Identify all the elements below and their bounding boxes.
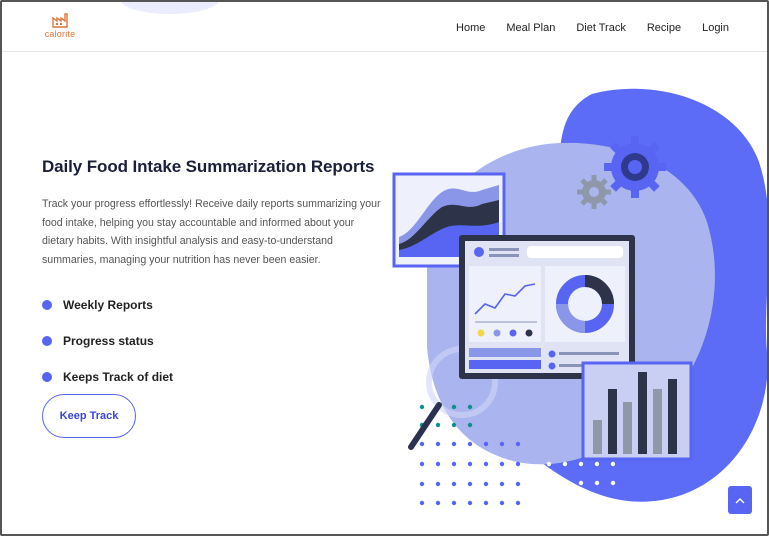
nav-home[interactable]: Home <box>456 22 485 34</box>
hero-title: Daily Food Intake Summarization Reports <box>42 157 375 176</box>
main-nav: Home Meal Plan Diet Track Recipe Login <box>435 22 729 34</box>
chevron-up-icon <box>735 497 745 503</box>
gear-icon <box>577 175 611 209</box>
feature-label: Weekly Reports <box>63 298 153 312</box>
scroll-to-top-button[interactable] <box>728 486 752 514</box>
feature-item: Progress status <box>42 323 173 359</box>
feature-item: Weekly Reports <box>42 287 173 323</box>
site-header: calorite Home Meal Plan Diet Track Recip… <box>2 2 767 52</box>
feature-label: Progress status <box>63 334 154 348</box>
keep-track-button[interactable]: Keep Track <box>42 394 136 438</box>
nav-recipe[interactable]: Recipe <box>647 22 681 34</box>
nav-diet-track[interactable]: Diet Track <box>576 22 626 34</box>
factory-icon <box>52 13 68 28</box>
feature-list: Weekly Reports Progress status Keeps Tra… <box>42 287 173 395</box>
brand-name: calorite <box>44 29 76 39</box>
brand-logo[interactable]: calorite <box>40 12 80 39</box>
gear-icon <box>604 136 666 198</box>
bullet-dot-icon <box>42 300 52 310</box>
bar-chart-card <box>581 361 693 461</box>
bullet-dot-icon <box>42 336 52 346</box>
bullet-dot-icon <box>42 372 52 382</box>
hero-description: Track your progress effortlessly! Receiv… <box>42 198 381 266</box>
nav-meal-plan[interactable]: Meal Plan <box>506 22 555 34</box>
dashboard-monitor <box>459 235 635 379</box>
decorative-blob <box>120 2 220 14</box>
nav-login[interactable]: Login <box>702 22 729 34</box>
dashboard-illustration <box>392 88 767 506</box>
page-frame: calorite Home Meal Plan Diet Track Recip… <box>0 0 769 536</box>
feature-item: Keeps Track of diet <box>42 359 173 395</box>
feature-label: Keeps Track of diet <box>63 370 174 384</box>
